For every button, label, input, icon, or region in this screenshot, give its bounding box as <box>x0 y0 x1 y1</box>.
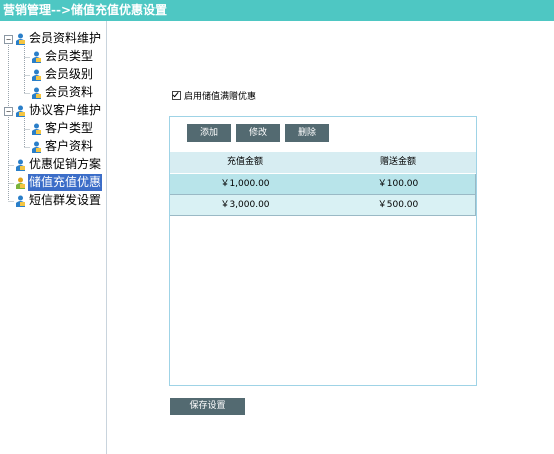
edit-button[interactable]: 修改 <box>236 124 280 142</box>
tree-view: − − 会员资料维护 会员类型 会员级别 会员资料 协议客户维护 客户类型 客户… <box>0 25 107 225</box>
sidebar-item-label: 短信群发设置 <box>29 193 102 207</box>
sidebar-item-customer-type[interactable]: 客户类型 <box>31 120 94 137</box>
checkbox-checked[interactable] <box>172 90 181 100</box>
recharge-amount-cell: ￥3,000.00 <box>220 200 270 210</box>
sidebar-item-label: 会员资料维护 <box>29 31 102 45</box>
column-header-bonus-amount[interactable]: 赠送金额 <box>323 152 473 173</box>
user-icon <box>32 87 41 99</box>
sidebar-item-label: 客户类型 <box>45 121 94 135</box>
sidebar-item-label: 协议客户维护 <box>29 103 102 117</box>
user-icon <box>32 141 41 153</box>
table-row[interactable]: ￥1,000.00 ￥100.00 <box>170 174 476 195</box>
user-icon <box>16 159 25 171</box>
collapse-toggle[interactable]: − <box>4 107 13 116</box>
enable-discount-checkbox[interactable]: 启用储值满赠优惠 <box>172 88 256 102</box>
column-header-recharge-amount[interactable]: 充值金额 <box>170 152 320 173</box>
table-row[interactable]: ￥3,000.00 ￥500.00 <box>170 195 476 216</box>
table-header: 充值金额 赠送金额 <box>170 152 476 173</box>
sidebar-item-label: 优惠促销方案 <box>29 157 102 171</box>
sidebar-item-label: 会员资料 <box>45 85 94 99</box>
add-button[interactable]: 添加 <box>187 124 231 142</box>
page-title: 营销管理-->储值充值优惠设置 <box>0 0 554 21</box>
sidebar-item-sms-broadcast[interactable]: 短信群发设置 <box>15 192 102 209</box>
sidebar-item-promotion-plan[interactable]: 优惠促销方案 <box>15 156 102 173</box>
sidebar-item-member-level[interactable]: 会员级别 <box>31 66 94 83</box>
sidebar-item-agreement-customer[interactable]: 协议客户维护 <box>15 102 102 119</box>
sidebar-item-label: 会员级别 <box>45 67 94 81</box>
collapse-toggle[interactable]: − <box>4 35 13 44</box>
folder-user-icon <box>16 33 25 45</box>
user-icon <box>16 177 25 189</box>
sidebar-tree: − − 会员资料维护 会员类型 会员级别 会员资料 协议客户维护 客户类型 客户… <box>0 21 107 454</box>
bonus-amount-cell: ￥100.00 <box>377 179 419 189</box>
checkbox-label: 启用储值满赠优惠 <box>184 91 257 102</box>
delete-button[interactable]: 删除 <box>285 124 329 142</box>
folder-user-icon <box>16 105 25 117</box>
sidebar-item-member-data[interactable]: 会员资料 <box>31 84 94 101</box>
sidebar-item-label: 客户资料 <box>45 139 94 153</box>
recharge-amount-cell: ￥1,000.00 <box>220 179 270 189</box>
sidebar-item-stored-value-discount[interactable]: 储值充值优惠 <box>15 174 103 191</box>
user-icon <box>32 51 41 63</box>
sidebar-item-member-type[interactable]: 会员类型 <box>31 48 94 65</box>
bonus-amount-cell: ￥500.00 <box>377 200 419 210</box>
sidebar-item-member-maintenance[interactable]: 会员资料维护 <box>15 30 102 47</box>
user-icon <box>16 195 25 207</box>
user-icon <box>32 69 41 81</box>
sidebar-item-label: 会员类型 <box>45 49 94 63</box>
save-settings-button[interactable]: 保存设置 <box>170 398 245 415</box>
sidebar-item-label: 储值充值优惠 <box>28 174 103 191</box>
sidebar-item-customer-data[interactable]: 客户资料 <box>31 138 94 155</box>
user-icon <box>32 123 41 135</box>
